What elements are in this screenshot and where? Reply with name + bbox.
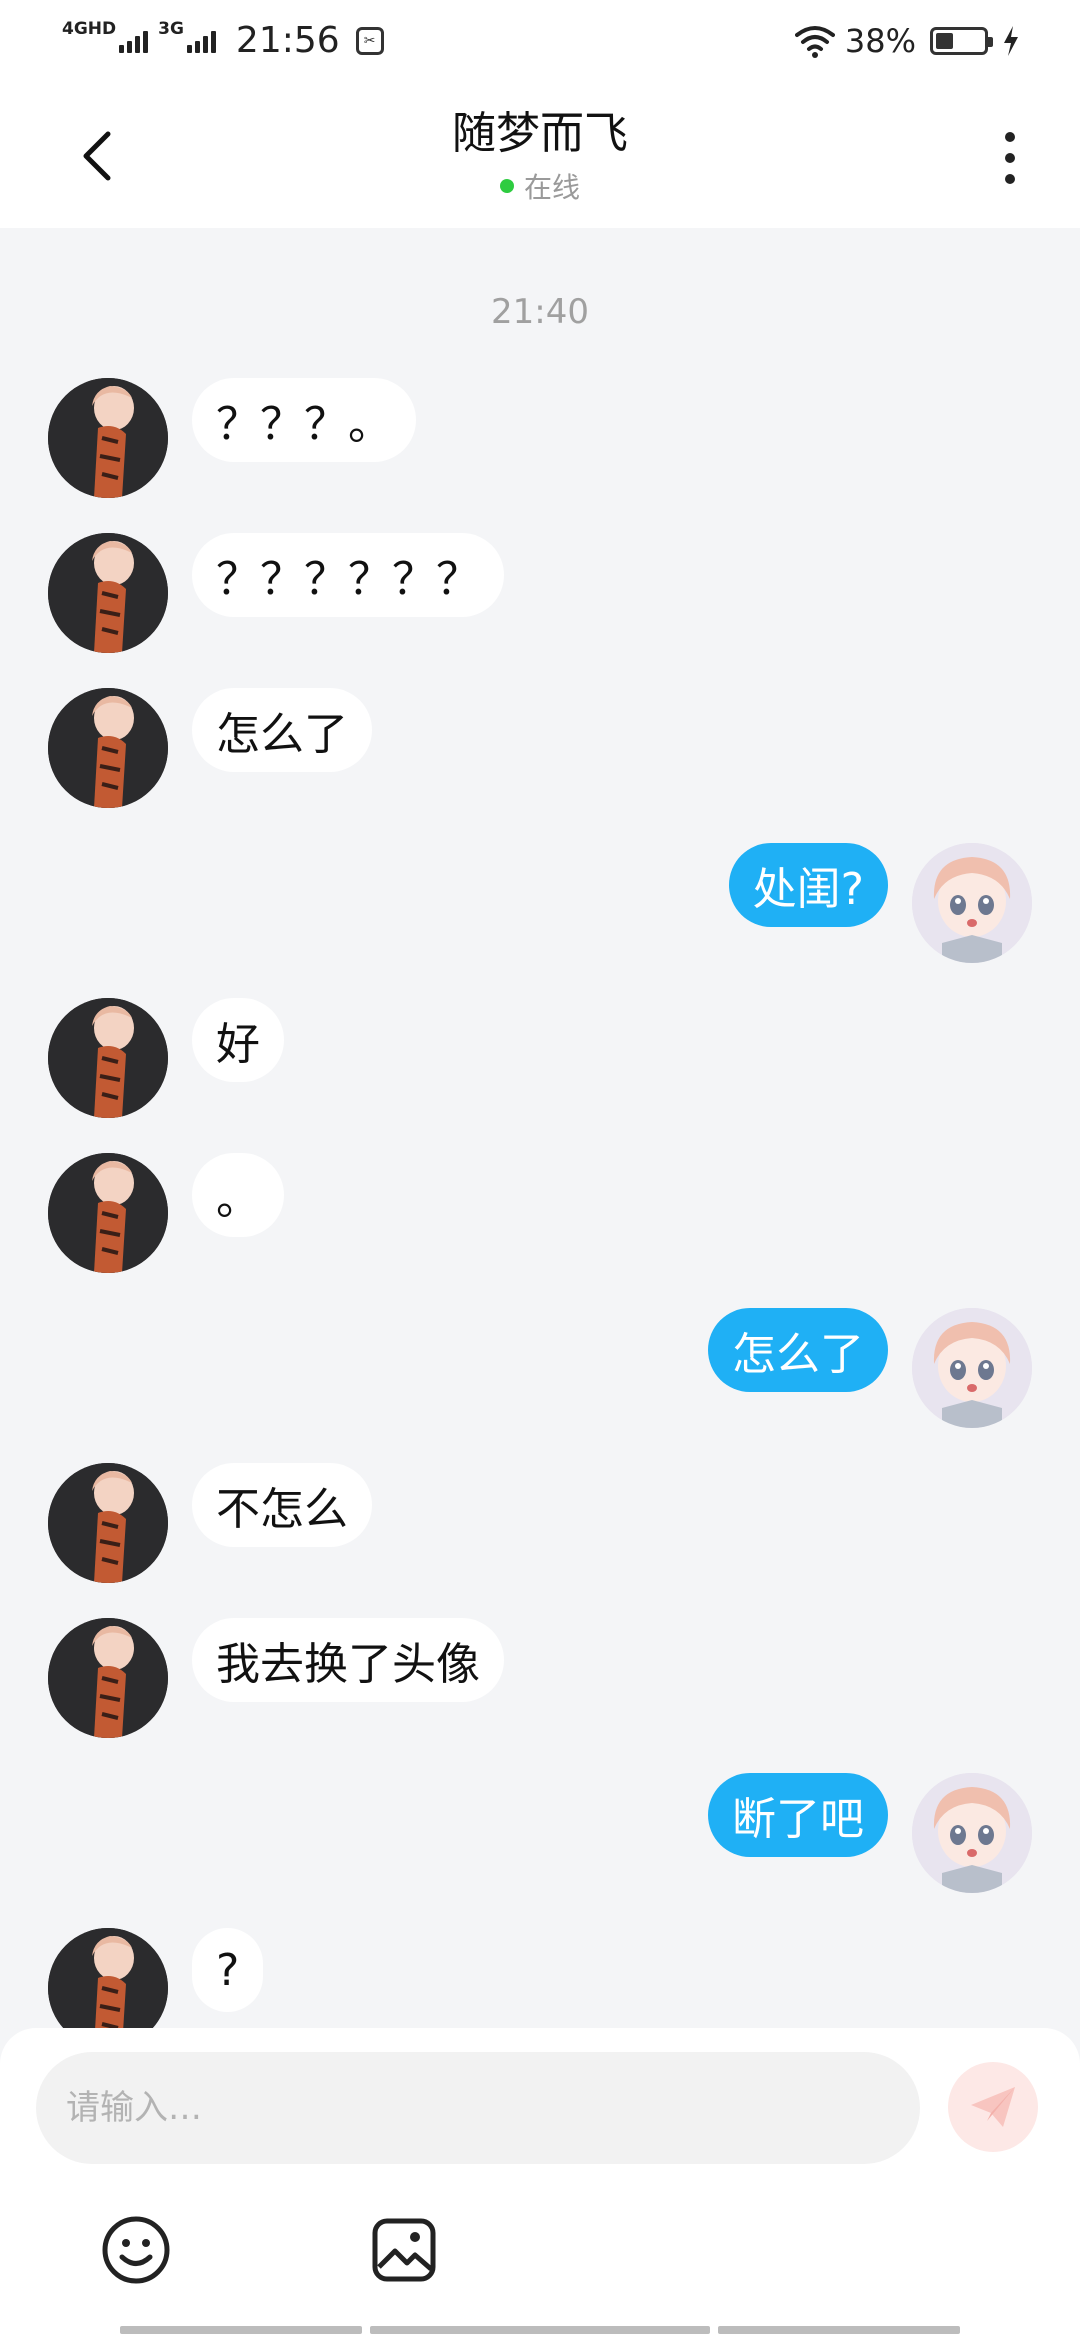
network-type-label: 4GHD bbox=[62, 18, 117, 39]
contact-avatar-image bbox=[48, 1928, 168, 2028]
paper-plane-icon bbox=[971, 2087, 1015, 2127]
network-type-label: 3G bbox=[158, 18, 184, 39]
contact-message[interactable]: 怎么了 bbox=[0, 688, 1080, 808]
contact-message[interactable]: 不怎么 bbox=[0, 1463, 1080, 1583]
message-input[interactable] bbox=[36, 2052, 920, 2164]
contact-avatar-image bbox=[48, 1463, 168, 1583]
status-time: 21:56 bbox=[235, 20, 340, 61]
contact-avatar[interactable] bbox=[48, 378, 168, 498]
contact-message[interactable]: ? bbox=[0, 1928, 1080, 2028]
my-avatar-image bbox=[912, 1773, 1032, 1893]
signal-indicator-2: 3G bbox=[158, 19, 216, 53]
status-right: 38% bbox=[794, 22, 1020, 60]
battery-percent: 38% bbox=[844, 22, 916, 60]
contact-message[interactable]: 我去换了头像 bbox=[0, 1618, 1080, 1738]
message-bubble[interactable]: ？？？？？？ bbox=[192, 533, 504, 617]
contact-avatar[interactable] bbox=[48, 998, 168, 1118]
status-bar: 4GHD 3G 21:56 ✂ 38% bbox=[0, 0, 1080, 84]
my-avatar-image bbox=[912, 1308, 1032, 1428]
more-vertical-icon bbox=[1005, 132, 1015, 142]
contact-avatar-image bbox=[48, 688, 168, 808]
emoji-button[interactable] bbox=[96, 2210, 176, 2290]
signal-bars-icon bbox=[186, 29, 216, 53]
my-message[interactable]: 怎么了 bbox=[0, 1308, 1080, 1428]
status-left: 4GHD 3G 21:56 ✂ bbox=[62, 19, 384, 61]
charging-bolt-icon bbox=[1004, 26, 1018, 56]
contact-avatar[interactable] bbox=[48, 1928, 168, 2028]
my-message[interactable]: 处闺? bbox=[0, 843, 1080, 963]
contact-avatar[interactable] bbox=[48, 1153, 168, 1273]
my-avatar[interactable] bbox=[912, 1308, 1032, 1428]
message-timestamp: 21:40 bbox=[491, 292, 589, 332]
contact-avatar[interactable] bbox=[48, 1463, 168, 1583]
contact-message[interactable]: ？？？。 bbox=[0, 378, 1080, 498]
my-avatar[interactable] bbox=[912, 843, 1032, 963]
contact-avatar-image bbox=[48, 533, 168, 653]
image-icon bbox=[372, 2218, 436, 2282]
contact-avatar-image bbox=[48, 1618, 168, 1738]
message-bubble[interactable]: 不怎么 bbox=[192, 1463, 372, 1547]
message-bubble[interactable]: 处闺? bbox=[728, 843, 888, 927]
battery-icon bbox=[930, 27, 993, 55]
my-avatar[interactable] bbox=[912, 1773, 1032, 1893]
message-bubble[interactable]: 。 bbox=[192, 1153, 284, 1237]
more-options-button[interactable] bbox=[990, 126, 1030, 190]
chat-screen: 4GHD 3G 21:56 ✂ 38% 随梦而飞 在线 21:40 ？？？。 ？… bbox=[0, 0, 1080, 2340]
contact-name: 随梦而飞 bbox=[452, 108, 628, 159]
contact-avatar-image bbox=[48, 1153, 168, 1273]
contact-avatar-image bbox=[48, 998, 168, 1118]
my-avatar-image bbox=[912, 843, 1032, 963]
message-bubble[interactable]: ？？？。 bbox=[192, 378, 416, 462]
message-list[interactable]: 21:40 ？？？。？？？？？？ 怎么了 处闺? 好。怎么了 不怎么 我去换了头像 断了吧? bbox=[0, 228, 1080, 2028]
signal-indicator-1: 4GHD bbox=[62, 19, 149, 53]
notification-app-icon: ✂ bbox=[355, 26, 384, 55]
contact-avatar-image bbox=[48, 378, 168, 498]
image-button[interactable] bbox=[364, 2210, 444, 2290]
contact-avatar[interactable] bbox=[48, 1618, 168, 1738]
message-bubble[interactable]: 怎么了 bbox=[192, 688, 372, 772]
wifi-icon bbox=[794, 26, 835, 58]
gesture-bar bbox=[120, 2326, 960, 2334]
contact-message[interactable]: 好 bbox=[0, 998, 1080, 1118]
online-status: 在线 bbox=[0, 166, 1080, 206]
battery-level-fill bbox=[936, 33, 953, 49]
contact-message[interactable]: ？？？？？？ bbox=[0, 533, 1080, 653]
message-bubble[interactable]: 怎么了 bbox=[708, 1308, 888, 1392]
chat-header: 随梦而飞 在线 bbox=[0, 84, 1080, 228]
message-bubble[interactable]: 我去换了头像 bbox=[192, 1618, 504, 1702]
send-button[interactable] bbox=[948, 2062, 1038, 2152]
message-bubble[interactable]: 断了吧 bbox=[708, 1773, 888, 1857]
message-bubble[interactable]: 好 bbox=[192, 998, 284, 1082]
chat-title: 随梦而飞 在线 bbox=[0, 106, 1080, 206]
contact-avatar[interactable] bbox=[48, 533, 168, 653]
contact-message[interactable]: 。 bbox=[0, 1153, 1080, 1273]
online-status-text: 在线 bbox=[523, 171, 580, 204]
online-dot bbox=[499, 179, 514, 193]
signal-bars-icon bbox=[119, 29, 149, 53]
contact-avatar[interactable] bbox=[48, 688, 168, 808]
smiley-icon bbox=[102, 2216, 170, 2284]
my-message[interactable]: 断了吧 bbox=[0, 1773, 1080, 1893]
input-panel bbox=[0, 2028, 1080, 2340]
message-bubble[interactable]: ? bbox=[192, 1928, 264, 2012]
